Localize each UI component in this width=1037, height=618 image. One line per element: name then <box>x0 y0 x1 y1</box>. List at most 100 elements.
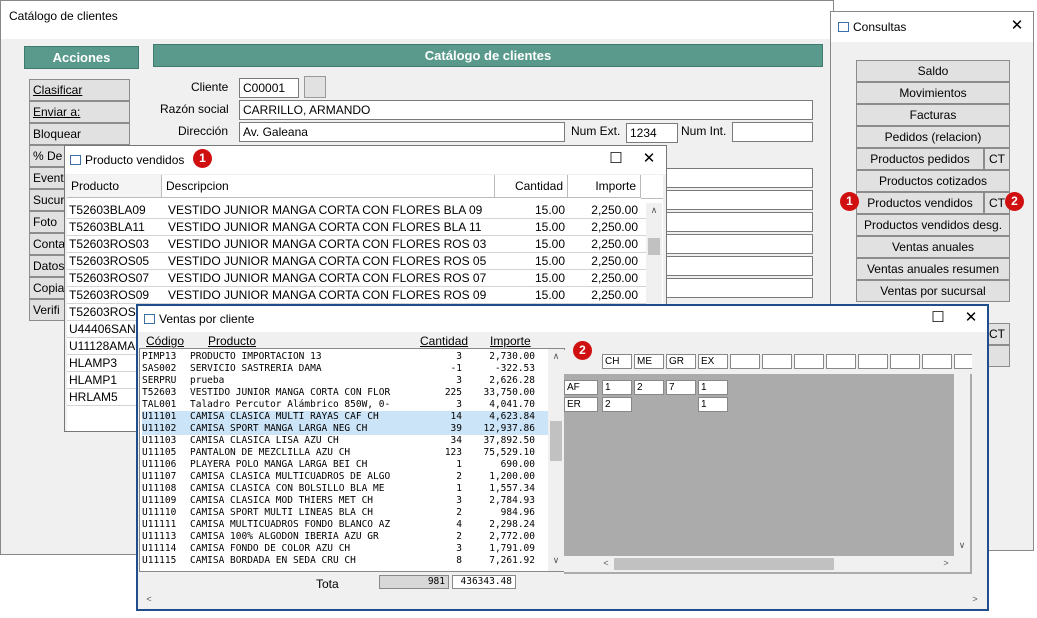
ct-button[interactable]: CT <box>984 148 1010 170</box>
scroll-thumb[interactable] <box>648 238 660 255</box>
column-header-codigo[interactable]: Código <box>146 334 184 348</box>
consultas-button[interactable]: Ventas por sucursal <box>856 280 1010 302</box>
list-item[interactable]: U11110 CAMISA SPORT MULTI LINEAS BLA CH 2 9… <box>142 507 550 519</box>
main-field-4[interactable] <box>661 234 813 254</box>
razon-social-field[interactable]: CARRILLO, ARMANDO <box>239 100 813 120</box>
list-item[interactable]: PIMP13 PRODUCTO IMPORTACION 13 3 2,730.00 <box>142 351 550 363</box>
size-cell[interactable]: 2 <box>634 380 664 395</box>
close-icon[interactable]: ✕ <box>1007 17 1027 35</box>
list-item[interactable]: U11107 CAMISA CLASICA MULTICUADROS DE ALG… <box>142 471 550 483</box>
scroll-thumb[interactable] <box>550 421 562 461</box>
table-row[interactable]: T52603ROS07 VESTIDO JUNIOR MANGA CORTA CO… <box>67 270 657 287</box>
scroll-down-icon[interactable]: ∨ <box>548 555 564 566</box>
numint-label: Num Int. <box>681 124 727 138</box>
table-row[interactable]: T52603BLA11 VESTIDO JUNIOR MANGA CORTA CO… <box>67 219 657 236</box>
list-item[interactable]: U11114 CAMISA FONDO DE COLOR AZU CH 3 1,791… <box>142 543 550 555</box>
scroll-down-icon[interactable]: ∨ <box>954 540 970 551</box>
size-extra-cell[interactable] <box>794 354 824 369</box>
list-item[interactable]: U11109 CAMISA CLASICA MOD THIERS MET CH 3 2… <box>142 495 550 507</box>
consultas-button[interactable]: Ventas anuales <box>856 236 1010 258</box>
list-item[interactable]: SAS002 SERVICIO SASTRERIA DAMA -1 -322.53 <box>142 363 550 375</box>
column-header-importe[interactable]: Importe <box>568 175 641 198</box>
column-header-producto[interactable]: Producto <box>67 175 162 198</box>
list-item[interactable]: U11103 CAMISA CLASICA LISA AZU CH 34 37,892… <box>142 435 550 447</box>
size-extra-cell[interactable] <box>762 354 792 369</box>
maximize-icon[interactable]: ☐ <box>928 309 948 327</box>
size-cell[interactable]: 7 <box>666 380 696 395</box>
list-item[interactable]: U11105 PANTALON DE MEZCLILLA AZU CH 123 75,… <box>142 447 550 459</box>
consultas-button[interactable]: Productos cotizados <box>856 170 1010 192</box>
column-header-descripcion[interactable]: Descripcion <box>162 175 495 198</box>
list-item[interactable]: U11111 CAMISA MULTICUADROS FONDO BLANCO A… <box>142 519 550 531</box>
size-extra-cell[interactable] <box>826 354 856 369</box>
list-item[interactable]: U11113 CAMISA 100% ALGODON IBERIA AZU GR 2… <box>142 531 550 543</box>
consultas-button[interactable]: Productos vendidos desg. <box>856 214 1010 236</box>
action-button[interactable]: Clasificar <box>29 79 130 101</box>
size-cell[interactable]: 1 <box>698 380 728 395</box>
action-button[interactable]: Bloquear <box>29 123 130 145</box>
item-product: CAMISA CLASICA LISA AZU CH <box>190 435 339 446</box>
table-row[interactable]: T52603ROS09 VESTIDO JUNIOR MANGA CORTA CO… <box>67 287 657 304</box>
scroll-up-icon[interactable]: ∧ <box>548 351 564 362</box>
scroll-left-icon[interactable]: < <box>141 594 157 604</box>
action-button[interactable]: Enviar a: <box>29 101 130 123</box>
bottom-scrollbar[interactable]: < > <box>139 592 986 608</box>
column-header-producto[interactable]: Producto <box>208 334 256 348</box>
list-item[interactable]: U11115 CAMISA BORDADA EN SEDA CRU CH 8 7,26… <box>142 555 550 567</box>
list-item[interactable]: SERPRU prueba 3 2,626.28 <box>142 375 550 387</box>
vertical-scrollbar[interactable]: ∨ <box>954 374 970 556</box>
list-item[interactable]: U11108 CAMISA CLASICA CON BOLSILLO BLA ME… <box>142 483 550 495</box>
cliente-lookup-button[interactable] <box>304 76 326 98</box>
item-product: CAMISA SPORT MULTI LINEAS BLA CH <box>190 507 374 518</box>
direccion-field[interactable]: Av. Galeana <box>239 122 565 142</box>
close-icon[interactable]: ✕ <box>639 150 659 168</box>
list-item[interactable]: TAL001 Taladro Percutor Alámbrico 850W, 0… <box>142 399 550 411</box>
numint-field[interactable] <box>732 122 813 142</box>
column-header-cantidad[interactable]: Cantidad <box>495 175 568 198</box>
scroll-right-icon[interactable]: > <box>938 558 954 568</box>
consultas-button[interactable]: Movimientos <box>856 82 1010 104</box>
size-extra-cell[interactable] <box>858 354 888 369</box>
size-extra-cell[interactable] <box>922 354 952 369</box>
list-item[interactable]: U11102 CAMISA SPORT MANGA LARGA NEG CH 39 1… <box>142 423 550 435</box>
item-quantity: 3 <box>456 543 462 554</box>
ventas-list[interactable]: PIMP13 PRODUCTO IMPORTACION 13 3 2,730.00 SA… <box>139 348 565 572</box>
size-extra-cell[interactable] <box>890 354 920 369</box>
scroll-thumb[interactable] <box>614 558 834 570</box>
main-field-5[interactable] <box>661 256 813 276</box>
list-item[interactable]: U11106 PLAYERA POLO MANGA LARGA BEI CH 1 69… <box>142 459 550 471</box>
size-extra-cell[interactable] <box>730 354 760 369</box>
scroll-left-icon[interactable]: < <box>598 558 614 568</box>
horizontal-scrollbar[interactable]: < > <box>564 556 970 572</box>
main-field-3[interactable] <box>661 212 813 232</box>
table-row[interactable]: T52603ROS05 VESTIDO JUNIOR MANGA CORTA CO… <box>67 253 657 270</box>
table-row[interactable]: T52603ROS03 VESTIDO JUNIOR MANGA CORTA CO… <box>67 236 657 253</box>
size-cell[interactable]: 1 <box>602 380 632 395</box>
list-item[interactable]: T52603 VESTIDO JUNIOR MANGA CORTA CON FLO… <box>142 387 550 399</box>
table-row[interactable]: T52603BLA09 VESTIDO JUNIOR MANGA CORTA CO… <box>67 202 657 219</box>
main-field-1[interactable] <box>661 168 813 188</box>
close-icon[interactable]: ✕ <box>961 309 981 327</box>
vertical-scrollbar[interactable]: ∧ ∨ <box>548 349 564 571</box>
scroll-up-icon[interactable]: ∧ <box>646 205 662 216</box>
consultas-button[interactable]: Productos vendidos <box>856 192 984 214</box>
maximize-icon[interactable]: ☐ <box>606 150 626 168</box>
item-product: CAMISA 100% ALGODON IBERIA AZU GR <box>190 531 379 542</box>
main-field-2[interactable] <box>661 190 813 210</box>
consultas-button[interactable]: Facturas <box>856 104 1010 126</box>
main-field-6[interactable] <box>661 278 813 298</box>
size-extra-cell[interactable] <box>954 354 972 369</box>
size-cell[interactable]: 1 <box>698 397 728 412</box>
cliente-field[interactable]: C00001 <box>239 78 299 98</box>
scroll-right-icon[interactable]: > <box>967 594 983 604</box>
consultas-button[interactable]: Pedidos (relacion) <box>856 126 1010 148</box>
numext-field[interactable]: 1234 <box>626 123 678 143</box>
column-header-importe[interactable]: Importe <box>490 334 531 348</box>
column-header-cantidad[interactable]: Cantidad <box>420 334 468 348</box>
item-amount: 75,529.10 <box>483 447 535 458</box>
consultas-button[interactable]: Saldo <box>856 60 1010 82</box>
size-cell[interactable]: 2 <box>602 397 632 412</box>
list-item[interactable]: U11101 CAMISA CLÁSICA MULTI RAYAS CAF CH 1… <box>142 411 550 423</box>
consultas-button[interactable]: Productos pedidos <box>856 148 984 170</box>
consultas-button[interactable]: Ventas anuales resumen <box>856 258 1010 280</box>
